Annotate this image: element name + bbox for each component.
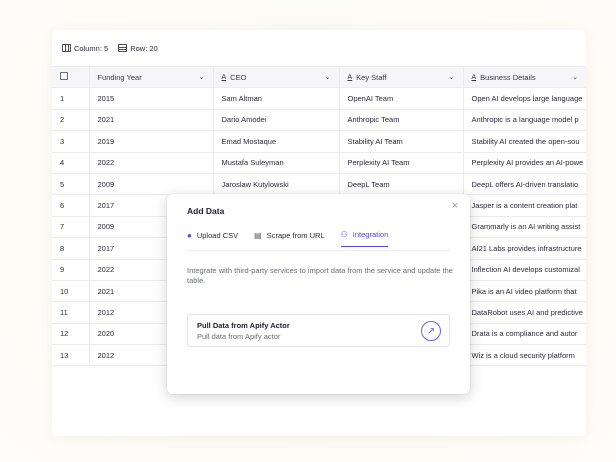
tab-label: Scrape from URL	[266, 230, 325, 240]
user-upload-icon: ●	[187, 230, 192, 240]
tab-integration[interactable]: ⚇ Integration	[340, 230, 389, 247]
actor-title: Pull Data from Apify Actor	[197, 321, 290, 330]
arrow-up-right-icon[interactable]: ↗	[421, 321, 441, 341]
integration-description: Integrate with third-party services to i…	[187, 266, 453, 285]
tab-label: Upload CSV	[196, 230, 239, 240]
tab-scrape-url[interactable]: ▤ Scrape from URL	[254, 230, 325, 247]
tab-upload-csv[interactable]: ● Upload CSV	[187, 230, 238, 247]
apify-actor-option[interactable]: Pull Data from Apify Actor Pull data fro…	[187, 314, 450, 347]
add-data-dialog: Add Data × ● Upload CSV ▤ Scrape from UR…	[167, 194, 470, 394]
tab-label: Integration	[352, 230, 389, 239]
dialog-tabs: ● Upload CSV ▤ Scrape from URL ⚇ Integra…	[187, 230, 389, 247]
close-icon[interactable]: ×	[452, 200, 458, 212]
tabs-divider	[187, 250, 450, 251]
building-icon: ▤	[254, 230, 262, 240]
dialog-title: Add Data	[187, 206, 225, 216]
actor-subtitle: Pull data from Apify actor	[197, 332, 281, 341]
users-icon: ⚇	[340, 230, 348, 239]
